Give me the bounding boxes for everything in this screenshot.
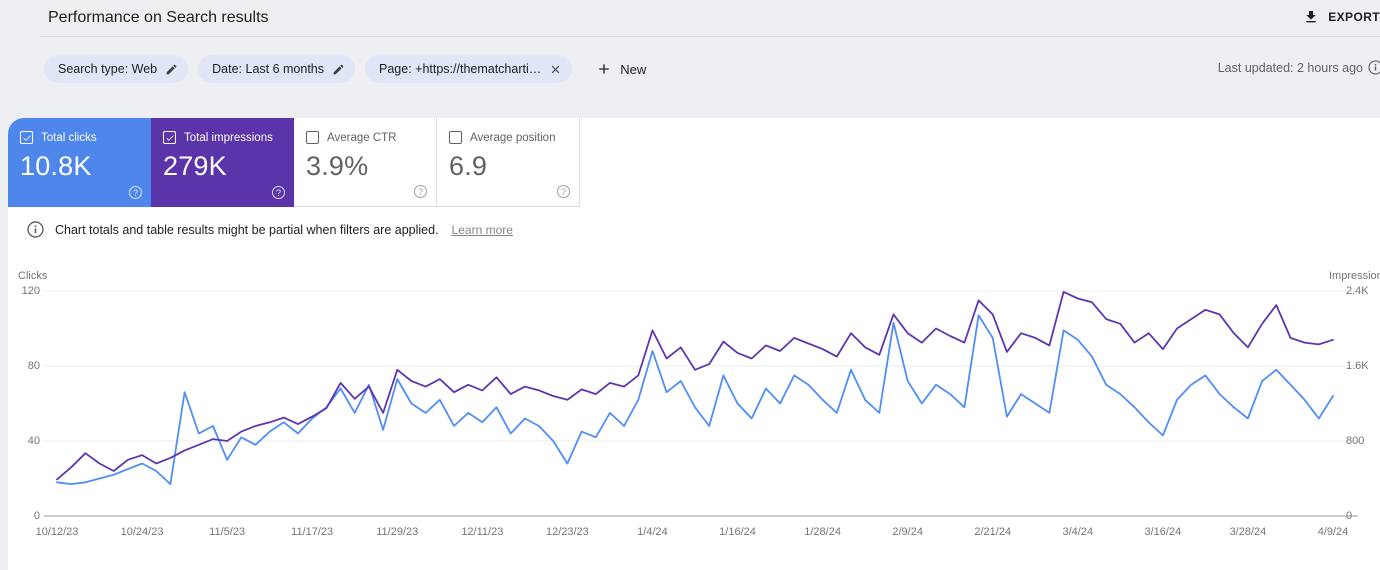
export-button[interactable]: EXPORT: [1297, 7, 1380, 27]
y-tick-label-right: 0: [1346, 510, 1352, 522]
card-total-clicks[interactable]: Total clicks 10.8K ?: [8, 118, 151, 207]
last-updated: Last updated: 2 hours ago: [1218, 60, 1374, 75]
checkbox-checked-icon[interactable]: [20, 131, 33, 144]
new-filter-button[interactable]: New: [590, 57, 652, 81]
card-value: 3.9%: [306, 151, 424, 182]
card-value: 279K: [163, 151, 282, 182]
header-bar: Performance on Search results EXPORT: [0, 0, 1380, 36]
right-axis-title: Impressions: [1329, 270, 1380, 282]
last-updated-text: Last updated: 2 hours ago: [1218, 61, 1363, 75]
filter-bar: Search type: Web Date: Last 6 months Pag…: [44, 55, 1380, 85]
y-tick-label-right: 2.4K: [1346, 285, 1369, 297]
metric-cards-row: Total clicks 10.8K ? Total impressions 2…: [8, 118, 580, 207]
x-tick-label: 3/16/24: [1123, 526, 1203, 538]
filter-chip-page[interactable]: Page: +https://thematcharti…: [365, 55, 572, 83]
edit-pencil-icon[interactable]: [165, 63, 178, 76]
plus-icon: [596, 61, 612, 77]
card-total-impressions[interactable]: Total impressions 279K ?: [151, 118, 294, 207]
help-icon[interactable]: ?: [129, 186, 142, 199]
card-label: Total impressions: [184, 132, 273, 144]
card-label: Average CTR: [327, 132, 396, 144]
download-icon: [1303, 9, 1319, 25]
chart-canvas: [0, 265, 1380, 525]
header-divider: [40, 36, 1380, 37]
filter-chip-label: Search type: Web: [58, 62, 157, 76]
x-tick-label: 11/5/23: [187, 526, 267, 538]
card-label: Average position: [470, 132, 555, 144]
close-icon[interactable]: [549, 63, 562, 76]
x-tick-label: 3/28/24: [1208, 526, 1288, 538]
x-tick-label: 11/17/23: [272, 526, 352, 538]
series-line-total-clicks: [57, 315, 1333, 484]
x-tick-label: 2/9/24: [868, 526, 948, 538]
filter-chip-search-type[interactable]: Search type: Web: [44, 55, 188, 83]
x-tick-label: 12/11/23: [442, 526, 522, 538]
filter-chip-date[interactable]: Date: Last 6 months: [198, 55, 355, 83]
y-tick-label-left: 80: [4, 360, 40, 372]
left-axis-title: Clicks: [18, 270, 47, 282]
x-tick-label: 12/23/23: [527, 526, 607, 538]
x-tick-label: 11/29/23: [357, 526, 437, 538]
card-average-ctr[interactable]: Average CTR 3.9% ?: [294, 118, 437, 207]
filter-chip-label: Date: Last 6 months: [212, 62, 324, 76]
help-icon[interactable]: ?: [557, 185, 570, 198]
info-icon: [27, 221, 44, 238]
help-icon[interactable]: ?: [272, 186, 285, 199]
filter-chips: Search type: Web Date: Last 6 months Pag…: [44, 55, 1380, 83]
y-tick-label-right: 1.6K: [1346, 360, 1369, 372]
edit-pencil-icon[interactable]: [332, 63, 345, 76]
filter-chip-label: Page: +https://thematcharti…: [379, 62, 541, 76]
checkbox-checked-icon[interactable]: [163, 131, 176, 144]
help-icon[interactable]: ?: [414, 185, 427, 198]
new-filter-label: New: [620, 62, 646, 77]
series-line-total-impressions: [57, 292, 1333, 480]
info-icon[interactable]: [1368, 60, 1380, 75]
x-tick-label: 10/12/23: [17, 526, 97, 538]
x-tick-label: 1/16/24: [698, 526, 778, 538]
card-value: 10.8K: [20, 151, 139, 182]
x-tick-label: 10/24/23: [102, 526, 182, 538]
card-average-position[interactable]: Average position 6.9 ?: [437, 118, 580, 207]
x-tick-label: 3/4/24: [1038, 526, 1118, 538]
y-tick-label-right: 800: [1346, 435, 1364, 447]
checkbox-unchecked-icon[interactable]: [306, 131, 319, 144]
notice-text: Chart totals and table results might be …: [55, 223, 439, 237]
notice-banner: Chart totals and table results might be …: [27, 221, 513, 238]
x-tick-label: 1/28/24: [783, 526, 863, 538]
x-tick-label: 2/21/24: [953, 526, 1033, 538]
checkbox-unchecked-icon[interactable]: [449, 131, 462, 144]
card-value: 6.9: [449, 151, 567, 182]
x-tick-label: 1/4/24: [612, 526, 692, 538]
export-label: EXPORT: [1328, 10, 1380, 24]
performance-chart: Clicks Impressions 120 2.4K 80 1.6K 40 800 0 0 1…: [0, 265, 1380, 560]
learn-more-link[interactable]: Learn more: [452, 223, 513, 237]
page-title: Performance on Search results: [48, 9, 269, 27]
y-tick-label-left: 120: [4, 285, 40, 297]
card-label: Total clicks: [41, 132, 97, 144]
y-tick-label-left: 0: [4, 510, 40, 522]
y-tick-label-left: 40: [4, 435, 40, 447]
x-tick-label: 4/9/24: [1293, 526, 1373, 538]
